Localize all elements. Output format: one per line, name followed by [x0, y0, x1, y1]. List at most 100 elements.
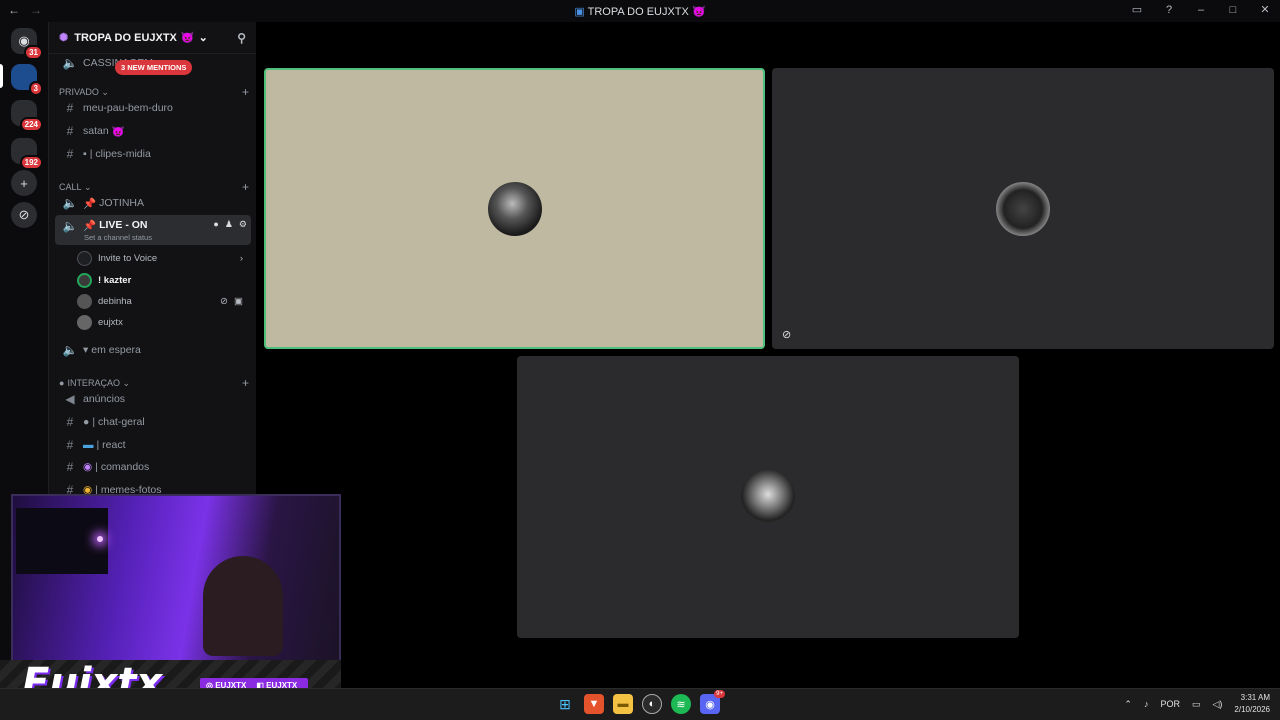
devil-emoji-icon: 👿: [180, 32, 195, 44]
channel-clipes[interactable]: # ▪ | clipes-midia: [55, 143, 251, 165]
invite-to-voice[interactable]: Invite to Voice ›: [77, 248, 249, 268]
brave-browser-icon[interactable]: ▼: [584, 694, 604, 714]
file-explorer-icon[interactable]: ▬: [613, 694, 633, 714]
server-icon-tropa[interactable]: 3: [11, 64, 43, 96]
background-monitor: [16, 508, 108, 574]
new-mentions-pill[interactable]: 3 NEW MENTIONS: [115, 60, 193, 75]
channel-status[interactable]: Set a channel status: [84, 233, 152, 242]
hash-icon: #: [66, 460, 74, 474]
streamer-figure: [203, 556, 283, 656]
chevron-up-icon[interactable]: ⌃: [1124, 699, 1132, 710]
speech-bubble-icon: ●: [59, 378, 65, 388]
speaker-icon: 🔈: [62, 56, 78, 70]
network-icon[interactable]: ▭: [1192, 699, 1201, 710]
spotify-icon[interactable]: ≋: [671, 694, 691, 714]
server-name: TROPA DO EUJXTX: [74, 31, 177, 44]
direct-messages-button[interactable]: ◉ 31: [11, 28, 43, 60]
add-member-icon[interactable]: ♟: [225, 219, 233, 230]
taskbar-apps: ⊞ ▼ ▬ ◐ ≋ ◉ 9+: [555, 690, 725, 714]
speaker-active-icon: 🔈: [62, 219, 78, 233]
server-emoji-icon: ✺: [59, 32, 69, 44]
help-icon[interactable]: ?: [1162, 4, 1176, 16]
chevron-down-icon: ⌄: [119, 377, 130, 388]
channel-live-on[interactable]: 🔈 📌 LIVE - ON ● ♟ ⚙ Set a channel status: [55, 215, 251, 245]
server-header[interactable]: ✺ TROPA DO EUJXTX 👿 ⌄ ⚲: [49, 22, 256, 54]
voice-user-eujxtx[interactable]: eujxtx: [77, 312, 249, 332]
channel-anuncios[interactable]: ◀ anúncios: [55, 388, 251, 410]
selected-server-pill: [0, 64, 3, 88]
megaphone-icon: ◀: [65, 392, 75, 406]
channel-meu-pau[interactable]: # meu-pau-bem-duro: [55, 97, 251, 119]
gear-icon[interactable]: ⚙: [239, 219, 247, 230]
windows-start-icon[interactable]: ⊞: [555, 694, 575, 714]
channel-em-espera[interactable]: 🔈 ▾ em espera: [55, 339, 251, 361]
laptop-emoji-icon: ▬: [83, 439, 94, 451]
chat-icon[interactable]: ●: [213, 219, 218, 230]
channel-actions: ● ♟ ⚙: [213, 219, 251, 230]
light-glow: [97, 536, 103, 542]
participant-avatar: [996, 181, 1050, 236]
channel-jotinha[interactable]: 🔈 📌 JOTINHA: [55, 192, 251, 214]
devil-emoji-icon: 👿: [111, 125, 125, 138]
minimize-icon[interactable]: –: [1194, 4, 1208, 16]
voice-user-debinha[interactable]: debinha ⊘ ▣: [77, 291, 249, 311]
discover-button[interactable]: ⊘: [11, 202, 37, 228]
video-icon: ▣: [234, 295, 243, 307]
microphone-icon[interactable]: ♪: [1144, 699, 1149, 709]
chevron-down-icon: ⌄: [98, 86, 109, 97]
server-badge: 3: [28, 81, 43, 96]
webcam-overlay: [11, 494, 341, 662]
speaker-icon: 🔈: [62, 196, 78, 210]
channel-react[interactable]: # ▬ | react: [55, 434, 251, 456]
hash-icon: #: [66, 101, 74, 115]
video-tile-speaking[interactable]: [264, 68, 765, 349]
avatar: [77, 314, 92, 330]
speaker-icon: 🔈: [62, 343, 78, 357]
server-folder[interactable]: 224: [11, 100, 43, 132]
server-icon: ▣: [574, 6, 585, 18]
voice-stage: ⊘: [256, 22, 1280, 688]
video-tile[interactable]: ⊘: [772, 68, 1274, 349]
window-title: ▣ TROPA DO EUJXTX 👿: [574, 6, 706, 18]
invite-avatar: [77, 250, 92, 266]
avatar: [77, 293, 92, 309]
discord-badge: 9+: [714, 690, 725, 698]
server-badge: 224: [19, 117, 43, 132]
speech-bubble-icon: ●: [83, 416, 90, 428]
server-badge: 192: [19, 155, 43, 170]
channel-satan[interactable]: # satan 👿: [55, 120, 251, 142]
inbox-icon[interactable]: ▭: [1130, 3, 1144, 16]
plus-icon: +: [20, 175, 28, 191]
channel-chat-geral[interactable]: # ● | chat-geral: [55, 411, 251, 433]
volume-icon[interactable]: ◁): [1212, 699, 1222, 710]
status-icons: ⊘ ▣: [220, 296, 249, 307]
participant-avatar: [487, 181, 542, 236]
chevron-down-icon: ⌄: [198, 32, 208, 44]
language-indicator[interactable]: POR: [1160, 699, 1180, 709]
server-folder[interactable]: 192: [11, 138, 43, 170]
discord-taskbar-icon[interactable]: ◉ 9+: [700, 690, 725, 714]
maximize-icon[interactable]: □: [1226, 4, 1240, 16]
hash-icon: #: [66, 124, 74, 138]
pin-emoji-icon: 📌: [83, 220, 97, 232]
channel-comandos[interactable]: # ◉ | comandos: [55, 456, 251, 478]
obs-icon[interactable]: ◐: [642, 694, 662, 714]
hash-icon: #: [66, 147, 74, 161]
voice-user-kazter[interactable]: ! kazter: [77, 270, 249, 290]
dm-badge: 31: [24, 45, 43, 60]
participant-avatar: [741, 470, 795, 524]
emoji-icon: ◉: [83, 461, 93, 473]
invite-people-icon[interactable]: ⚲: [237, 31, 246, 45]
taskbar: ⊞ ▼ ▬ ◐ ≋ ◉ 9+ ⌃ ♪ POR ▭ ◁) 3:31 AM 2/10…: [0, 688, 1280, 720]
clock[interactable]: 3:31 AM 2/10/2026: [1234, 692, 1270, 716]
video-tile[interactable]: [517, 356, 1019, 638]
add-server-button[interactable]: +: [11, 170, 37, 196]
chevron-right-icon: ›: [239, 252, 243, 264]
muted-mic-icon: ⊘: [782, 329, 792, 341]
muted-mic-icon: ⊘: [220, 295, 229, 307]
close-icon[interactable]: ✕: [1258, 3, 1272, 16]
camera-emoji-icon: ▪: [83, 148, 87, 160]
compass-icon: ⊘: [18, 207, 30, 222]
title-bar: ← → ▣ TROPA DO EUJXTX 👿 ▭ ? – □ ✕: [0, 0, 1280, 22]
chevron-down-icon: ⌄: [81, 181, 92, 192]
